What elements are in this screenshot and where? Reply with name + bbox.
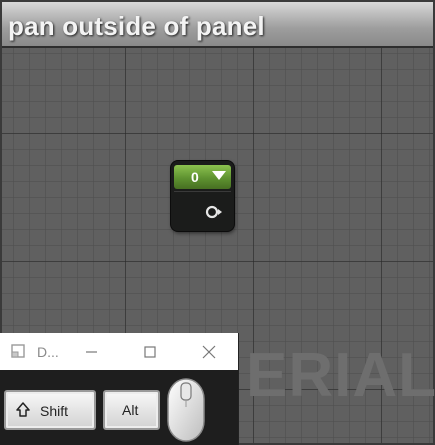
node-header[interactable]: 0 [174, 165, 231, 189]
key-overlay-window[interactable]: D... Shift Alt [0, 333, 238, 445]
panel-title: pan outside of panel [8, 11, 265, 41]
window-title: D... [37, 344, 59, 360]
alt-key: Alt [103, 390, 160, 430]
window-titlebar[interactable]: D... [0, 333, 238, 370]
node-value[interactable]: 0 [191, 169, 199, 185]
triangle-down-icon[interactable] [212, 171, 226, 180]
alt-key-label: Alt [122, 402, 139, 418]
mouse-icon [167, 378, 205, 442]
shift-key-label: Shift [40, 403, 69, 419]
shift-key: Shift [4, 390, 96, 430]
constant-node[interactable]: 0 [171, 161, 234, 231]
maximize-icon[interactable] [140, 342, 160, 362]
key-overlay-body: Shift Alt [0, 370, 238, 445]
minimize-icon[interactable] [82, 342, 102, 362]
close-icon[interactable] [199, 342, 219, 362]
app-window-icon [11, 344, 25, 358]
shift-arrow-icon [16, 402, 30, 417]
node-divider [174, 191, 231, 192]
panel-title-bar: pan outside of panel [2, 2, 433, 48]
exec-pin-icon[interactable] [205, 205, 223, 219]
material-watermark: ERIAL [246, 341, 435, 410]
